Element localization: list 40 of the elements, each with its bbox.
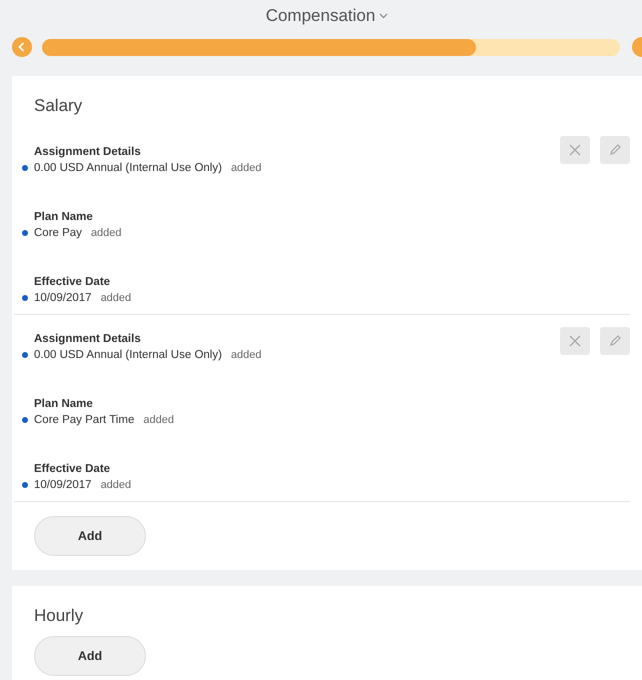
field-value: Core Pay [34, 227, 82, 239]
change-status: added [230, 162, 262, 174]
change-status: added [230, 349, 262, 361]
add-button[interactable]: Add [34, 516, 146, 556]
pencil-icon [608, 143, 622, 157]
field-label: Plan Name [34, 211, 93, 223]
field-value: 0.00 USD Annual (Internal Use Only) [34, 162, 222, 174]
change-status: added [90, 227, 122, 239]
close-icon [568, 334, 582, 348]
field-value: 10/09/2017 [34, 479, 92, 491]
field-value: Core Pay Part Time [34, 414, 134, 426]
change-indicator-dot [22, 352, 28, 358]
change-indicator-dot [22, 482, 28, 488]
change-indicator-dot [22, 230, 28, 236]
edit-button[interactable] [600, 327, 630, 355]
change-status: added [100, 292, 132, 304]
page-title[interactable]: Compensation [266, 6, 376, 26]
field-value: 10/09/2017 [34, 292, 92, 304]
change-indicator-dot [22, 165, 28, 171]
field-label: Assignment Details [34, 333, 141, 345]
previous-icon[interactable] [12, 37, 32, 57]
change-status: added [143, 414, 174, 426]
change-status: added [100, 479, 132, 491]
delete-button[interactable] [560, 136, 590, 164]
change-indicator-dot [22, 295, 28, 301]
next-icon[interactable] [632, 37, 642, 57]
section-title: Hourly [34, 606, 84, 626]
chevron-down-icon[interactable] [379, 13, 388, 19]
field-label: Plan Name [34, 398, 93, 410]
section-title: Salary [34, 96, 84, 116]
add-button[interactable]: Add [34, 636, 146, 676]
field-label: Effective Date [34, 276, 110, 288]
edit-button[interactable] [600, 136, 630, 164]
close-icon [568, 143, 582, 157]
delete-button[interactable] [560, 327, 590, 355]
field-value: 0.00 USD Annual (Internal Use Only) [34, 349, 222, 361]
change-indicator-dot [22, 417, 28, 423]
pencil-icon [608, 334, 622, 348]
field-label: Effective Date [34, 463, 110, 475]
field-label: Assignment Details [34, 146, 141, 158]
